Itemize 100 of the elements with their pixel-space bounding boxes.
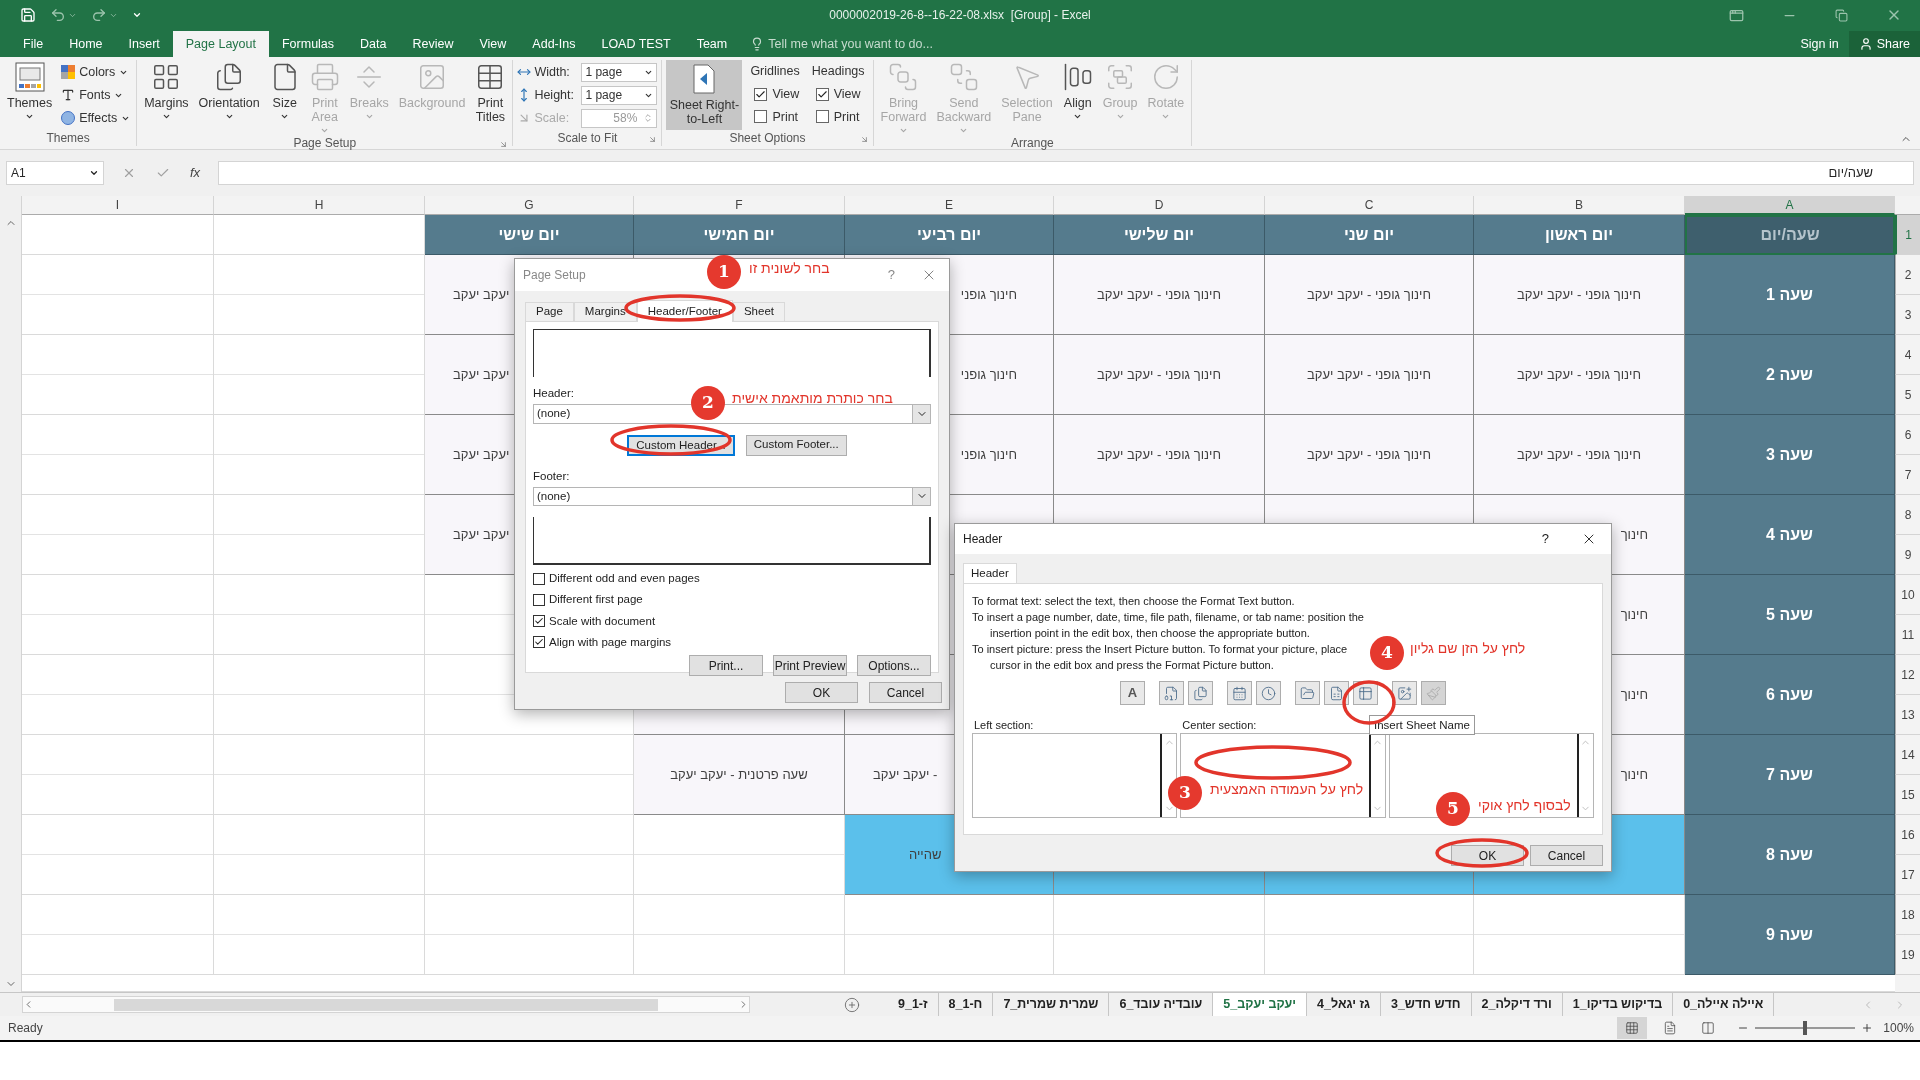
row-number[interactable]: 17 (1895, 855, 1920, 895)
column-header[interactable]: C (1265, 196, 1474, 215)
dialog-button[interactable]: Custom Footer... (745, 434, 847, 456)
group-heading: Headings (811, 63, 865, 80)
column-header[interactable]: F (634, 196, 845, 215)
table-cell: יום שלישי (1054, 215, 1265, 255)
share-button[interactable]: Share (1848, 31, 1920, 57)
worksheet-tab[interactable]: 5_יעקב יעקב (1213, 993, 1308, 1016)
column-header[interactable]: I (22, 196, 214, 215)
row-number[interactable]: 15 (1895, 775, 1920, 815)
dialog-tab[interactable]: Header (963, 563, 1017, 584)
ribbon-tab[interactable]: Home (56, 31, 116, 57)
dropdown-field[interactable]: 1 page (581, 85, 658, 105)
table-cell: שעה 9 (1685, 895, 1895, 975)
row-number[interactable]: 11 (1895, 615, 1920, 655)
ribbon-tab[interactable]: File (10, 31, 57, 57)
annotation-text: בחר לשונית זו (749, 259, 830, 277)
group-label: Scale to Fit (557, 130, 618, 147)
checkbox-label: Different first page (549, 592, 643, 608)
ribbon-tab[interactable]: Data (347, 31, 400, 57)
ribbon-button[interactable]: Margins (141, 60, 192, 121)
ribbon-button[interactable]: Themes (4, 60, 56, 121)
ribbon-tab[interactable]: View (466, 31, 520, 57)
ribbon-tab[interactable]: Review (399, 31, 467, 57)
row-number[interactable]: 2 (1895, 255, 1920, 295)
ribbon-small-button[interactable]: Colors (59, 62, 133, 82)
ribbon-tab[interactable]: LOAD TEST (588, 31, 684, 57)
section-label: Center section: (1181, 718, 1257, 733)
ribbon-button[interactable]: Orientation (195, 60, 263, 121)
row-number[interactable]: 16 (1895, 815, 1920, 855)
annotation-text: בחר כותרת מותאמת אישית (732, 389, 893, 407)
ribbon-tab[interactable]: Add-Ins (519, 31, 589, 57)
dropdown-field[interactable]: 1 page (581, 62, 658, 82)
row-number[interactable]: 18 (1895, 895, 1920, 935)
insert-function-button[interactable]: fx (190, 163, 201, 183)
row-number[interactable]: 14 (1895, 735, 1920, 775)
group-label: Sheet Options (729, 130, 806, 147)
ribbon-button[interactable]: Align (1059, 60, 1096, 121)
row-number[interactable]: 5 (1895, 375, 1920, 415)
footer-dropdown[interactable]: (none) (533, 486, 931, 506)
ribbon-small-button[interactable]: Effects (59, 108, 133, 128)
table-cell: שעה 2 (1685, 335, 1895, 415)
tell-me-field[interactable]: Tell me what you want to do... (750, 31, 933, 57)
row-number[interactable]: 12 (1895, 655, 1920, 695)
dialog-tab[interactable]: Sheet (732, 302, 785, 321)
field-label: Footer: (533, 468, 570, 484)
ribbon-small-button[interactable]: Fonts (59, 85, 133, 105)
column-header[interactable]: G (425, 196, 634, 215)
toolbar-button[interactable]: A (1120, 681, 1145, 705)
help-button[interactable]: ? (1541, 529, 1549, 549)
annotation-text: לחץ על העמודה האמצעית (1210, 780, 1364, 798)
ribbon-button[interactable]: Size (266, 60, 303, 121)
name-box[interactable]: A1 (6, 161, 104, 185)
dialog-button[interactable]: Options... (857, 655, 931, 676)
tooltip: Insert Sheet Name (1369, 715, 1475, 735)
row-number[interactable]: 7 (1895, 455, 1920, 495)
checkbox-label: Scale with document (549, 613, 656, 629)
row-number[interactable]: 3 (1895, 295, 1920, 335)
column-header[interactable]: H (214, 196, 425, 215)
group-label: Themes (46, 130, 90, 147)
column-header[interactable]: B (1474, 196, 1685, 215)
dialog-button[interactable]: Cancel (1530, 845, 1603, 866)
table-cell: שעה 5 (1685, 575, 1895, 655)
checkbox-label: Align with page margins (549, 634, 672, 650)
column-header[interactable]: A (1685, 196, 1895, 215)
table-cell: חינוך גופני - יעקב יעקב (1265, 335, 1474, 415)
dialog-title: Header (963, 531, 1003, 548)
table-cell: חינוך גופני - יעקב יעקב (1474, 335, 1685, 415)
ribbon-tab[interactable]: Formulas (268, 31, 348, 57)
row-number[interactable]: 8 (1895, 495, 1920, 535)
dialog-button[interactable]: Cancel (869, 682, 942, 703)
dialog-button[interactable]: OK (785, 682, 858, 703)
ribbon-tab[interactable]: Page Layout (172, 31, 269, 57)
table-cell: חינוך גופני - יעקב יעקב (1054, 255, 1265, 335)
ribbon-tab[interactable]: Insert (115, 31, 173, 57)
dialog-button[interactable]: Print... (689, 655, 763, 676)
row-number[interactable]: 6 (1895, 415, 1920, 455)
sign-in-link[interactable]: Sign in (1790, 31, 1849, 57)
instruction-text: To insert a page number, date, time, file path, filename, or tab name: position the insertion point in the edit box, then choose the appropriate button. (972, 610, 1365, 641)
dialog-tab[interactable]: Margins (573, 302, 637, 321)
formula-field[interactable]: שעה/יום (218, 161, 1914, 185)
ribbon-button[interactable]: Print Titles (472, 60, 509, 124)
row-number[interactable]: 4 (1895, 335, 1920, 375)
annotation-text: לבסוף לחץ אוקי (1478, 796, 1571, 814)
field-label: Header: (533, 386, 574, 401)
ribbon-toggle-button[interactable]: Sheet Right-to-Left (666, 60, 743, 130)
dialog-button[interactable]: Print Preview (773, 655, 847, 676)
table-cell: חינוך גופני - יעקב יעקב (1265, 255, 1474, 335)
row-number[interactable]: 13 (1895, 695, 1920, 735)
ribbon-tab[interactable]: Team (683, 31, 741, 57)
column-header[interactable]: E (845, 196, 1054, 215)
dialog-tab[interactable]: Page (525, 302, 574, 321)
table-cell: חינוך גופני - יעקב יעקב (1265, 415, 1474, 495)
column-header[interactable]: D (1054, 196, 1265, 215)
row-number[interactable]: 10 (1895, 575, 1920, 615)
help-button[interactable]: ? (887, 265, 895, 285)
table-cell: יום ראשון (1474, 215, 1685, 255)
row-number[interactable]: 1 (1895, 215, 1920, 255)
row-number[interactable]: 19 (1895, 935, 1920, 975)
row-number[interactable]: 9 (1895, 535, 1920, 575)
